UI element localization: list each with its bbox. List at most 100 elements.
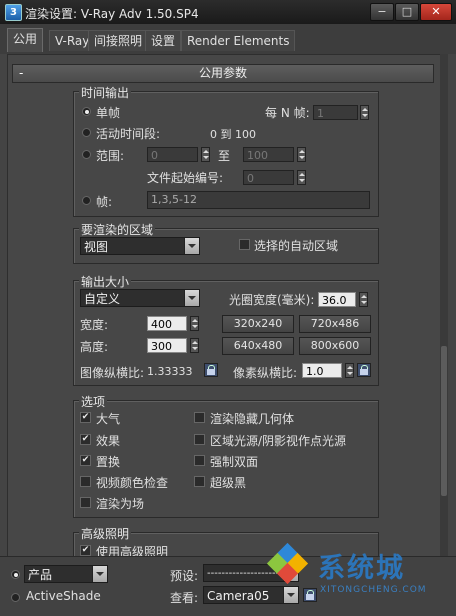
tab-indirect-illumination[interactable]: 间接照明 [88,30,149,51]
render-to-fields-checkbox[interactable] [80,497,91,508]
aperture-spinner[interactable] [359,292,368,307]
production-value: 产品 [28,568,53,582]
lock-icon[interactable] [357,363,371,377]
super-black-label: 超级黑 [210,476,247,490]
width-spinner[interactable] [190,316,199,331]
pixel-aspect-field[interactable]: 1.0 [302,363,342,378]
every-n-label: 每 N 帧: [265,106,310,120]
height-field[interactable]: 300 [147,338,187,353]
render-hidden-geometry-label: 渲染隐藏几何体 [210,412,295,426]
displacement-checkbox[interactable]: ✔ [80,455,91,466]
window-title: 渲染设置: V-Ray Adv 1.50.SP4 [25,7,199,21]
chevron-down-icon[interactable] [184,238,199,254]
aperture-label: 光圈宽度(毫米): [229,293,315,307]
height-label: 高度: [80,340,109,354]
displacement-label: 置换 [96,455,121,469]
watermark-url: XITONGCHENG.COM [320,585,427,595]
scrollbar-thumb[interactable] [441,346,447,496]
output-size-title: 输出大小 [79,273,132,290]
advanced-lighting-title: 高级照明 [79,525,132,542]
file-start-field[interactable]: 0 [243,170,294,185]
3ds-max-icon: 3 [5,4,22,21]
render-area-title: 要渲染的区域 [79,221,156,238]
tab-settings[interactable]: 设置 [145,30,182,51]
width-field[interactable]: 400 [147,316,187,331]
frames-field[interactable]: 1,3,5-12 [147,191,370,209]
chevron-down-icon[interactable] [184,290,199,306]
use-advanced-lighting-checkbox[interactable]: ✔ [80,545,91,556]
rollout-title: 公用参数 [198,66,247,80]
preset-640x480-button[interactable]: 640x480 [222,337,294,355]
watermark: 系统城 XITONGCHENG.COM [262,540,456,615]
super-black-checkbox[interactable] [194,476,205,487]
atmospherics-label: 大气 [96,412,121,426]
range-from-spinner[interactable] [201,147,210,162]
height-spinner[interactable] [190,338,199,353]
title-bar[interactable]: 3 渲染设置: V-Ray Adv 1.50.SP4 − □ ✕ [0,0,456,25]
video-color-check-checkbox[interactable] [80,476,91,487]
preset-label: 预设: [170,569,199,583]
range-to-label: 至 [218,149,231,163]
output-preset-dropdown[interactable]: 自定义 [80,289,200,307]
effects-checkbox[interactable]: ✔ [80,434,91,445]
force-2-sided-checkbox[interactable] [194,455,205,466]
auto-region-label: 选择的自动区域 [254,239,339,253]
render-hidden-geometry-checkbox[interactable] [194,412,205,423]
auto-region-checkbox[interactable] [239,239,250,250]
close-button[interactable]: ✕ [420,3,452,21]
image-aspect-value: 1.33333 [147,365,193,378]
tab-bar: 公用 V-Ray 间接照明 设置 Render Elements [0,24,456,54]
active-segment-radio[interactable] [82,128,91,137]
preset-320x240-button[interactable]: 320x240 [222,315,294,333]
pixel-aspect-label: 像素纵横比: [233,366,298,380]
area-lights-as-points-checkbox[interactable] [194,434,205,445]
render-area-value: 视图 [84,240,109,254]
width-label: 宽度: [80,318,109,332]
aperture-field[interactable]: 36.0 [318,292,356,307]
area-lights-as-points-label: 区域光源/阴影视作点光源 [210,434,347,448]
range-to-field[interactable]: 100 [243,147,294,162]
activeshade-label: ActiveShade [26,589,101,603]
view-label: 查看: [170,591,199,605]
watermark-brand: 系统城 [318,553,405,584]
production-radio[interactable] [11,570,20,579]
minimize-button[interactable]: − [370,3,394,21]
frames-radio[interactable] [82,196,91,205]
tab-render-elements[interactable]: Render Elements [181,30,296,51]
collapse-icon[interactable]: - [19,65,23,81]
render-area-dropdown[interactable]: 视图 [80,237,200,255]
view-value: Camera05 [207,589,270,603]
range-from-field[interactable]: 0 [147,147,198,162]
render-to-fields-label: 渲染为场 [96,497,145,511]
frames-label: 帧: [96,195,113,209]
time-output-title: 时间输出 [79,84,132,101]
active-segment-range: 0 到 100 [210,128,256,141]
maximize-button[interactable]: □ [395,3,419,21]
chevron-down-icon[interactable] [92,566,107,582]
output-preset-value: 自定义 [84,292,121,306]
activeshade-radio[interactable] [11,593,20,602]
file-start-label: 文件起始编号: [147,171,224,185]
single-frame-radio[interactable] [82,107,91,116]
every-n-spinner[interactable] [360,105,369,120]
range-to-spinner[interactable] [297,147,306,162]
range-label: 范围: [96,149,125,163]
file-start-spinner[interactable] [297,170,306,185]
lock-icon[interactable] [204,363,218,377]
preset-720x486-button[interactable]: 720x486 [299,315,371,333]
rollout-header[interactable]: 公用参数 - [12,64,434,83]
single-frame-label: 单帧 [96,106,121,120]
pixel-aspect-spinner[interactable] [345,363,354,378]
preset-800x600-button[interactable]: 800x600 [299,337,371,355]
image-aspect-label: 图像纵横比: [80,366,145,380]
video-color-check-label: 视频颜色检查 [96,476,169,490]
tab-common[interactable]: 公用 [7,28,44,52]
effects-label: 效果 [96,434,121,448]
atmospherics-checkbox[interactable]: ✔ [80,412,91,423]
options-title: 选项 [79,393,108,410]
active-segment-label: 活动时间段: [96,127,161,141]
every-n-field[interactable]: 1 [313,105,358,120]
range-radio[interactable] [82,150,91,159]
production-dropdown[interactable]: 产品 [24,565,108,583]
force-2-sided-label: 强制双面 [210,455,259,469]
